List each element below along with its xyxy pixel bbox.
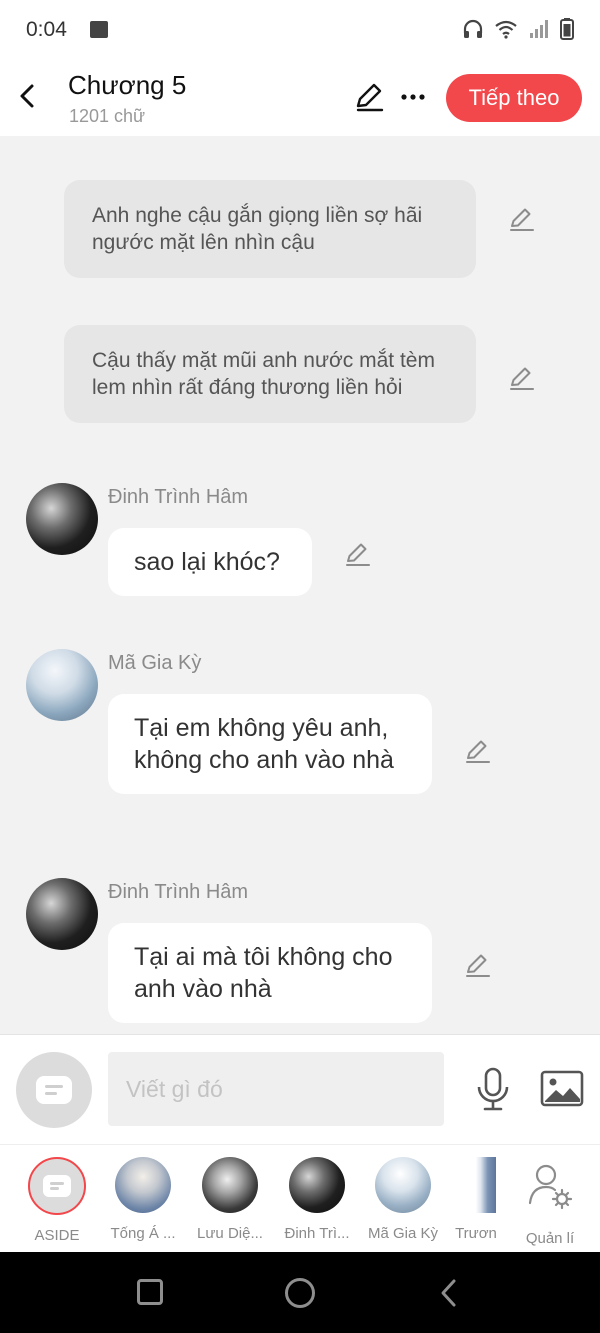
message-bubble[interactable]: sao lại khóc? xyxy=(108,528,312,596)
aside-avatar xyxy=(28,1157,86,1215)
avatar xyxy=(462,1157,496,1213)
message-bubble[interactable]: Tại em không yêu anh, không cho anh vào … xyxy=(108,694,432,794)
character-name: Mã Gia Kỳ xyxy=(367,1225,439,1242)
input-bar xyxy=(0,1034,600,1144)
gallery-icon xyxy=(90,21,108,38)
chat-area[interactable]: Anh nghe cậu gắn giọng liền sợ hãi ngước… xyxy=(0,136,600,1034)
chapter-title[interactable]: Chương 5 xyxy=(68,70,186,101)
character-item[interactable]: Lưu Diệ... xyxy=(185,1157,275,1242)
message-input[interactable] xyxy=(108,1052,444,1126)
avatar[interactable] xyxy=(26,649,98,721)
avatar[interactable] xyxy=(26,483,98,555)
avatar xyxy=(375,1157,431,1213)
chat-bubble-icon xyxy=(36,1076,72,1104)
aside-toggle-button[interactable] xyxy=(16,1052,92,1128)
system-nav-bar xyxy=(0,1252,600,1333)
edit-message-icon[interactable] xyxy=(462,950,492,980)
character-selector: ASIDE Tống Á ... Lưu Diệ... Đinh Trì... … xyxy=(0,1144,600,1252)
user-settings-icon xyxy=(528,1164,573,1210)
home-icon[interactable] xyxy=(285,1278,315,1308)
recent-apps-icon[interactable] xyxy=(137,1279,163,1305)
edit-message-icon[interactable] xyxy=(506,204,536,234)
avatar xyxy=(202,1157,258,1213)
chat-editor-screen: 0:04 Chương 5 1201 chữ Tiếp theo Anh ngh… xyxy=(0,0,600,1333)
sender-name: Đinh Trình Hâm xyxy=(108,881,249,903)
wifi-icon xyxy=(495,20,517,39)
chapter-header: Chương 5 1201 chữ Tiếp theo xyxy=(0,60,600,136)
back-nav-icon[interactable] xyxy=(436,1278,462,1308)
status-bar: 0:04 xyxy=(0,0,600,60)
character-item[interactable]: Tống Á ... xyxy=(98,1157,188,1242)
character-item[interactable]: Mã Gia Kỳ xyxy=(358,1157,448,1242)
sender-name: Đinh Trình Hâm xyxy=(108,486,249,508)
character-item[interactable]: Trươn xyxy=(438,1157,514,1242)
narration-bubble[interactable]: Anh nghe cậu gắn giọng liền sợ hãi ngước… xyxy=(64,180,476,278)
edit-message-icon[interactable] xyxy=(462,736,492,766)
word-count: 1201 chữ xyxy=(69,106,146,126)
chat-bubble-icon xyxy=(43,1175,71,1197)
character-name: Lưu Diệ... xyxy=(197,1225,263,1242)
character-item-aside[interactable]: ASIDE xyxy=(12,1157,102,1244)
battery-icon xyxy=(560,18,574,40)
message-bubble[interactable]: Tại ai mà tôi không cho anh vào nhà xyxy=(108,923,432,1023)
character-item[interactable]: Đinh Trì... xyxy=(272,1157,362,1242)
sender-name: Mã Gia Kỳ xyxy=(108,652,202,674)
next-chapter-button[interactable]: Tiếp theo xyxy=(446,74,582,122)
narration-bubble[interactable]: Cậu thấy mặt mũi anh nước mắt tèm lem nh… xyxy=(64,325,476,423)
avatar xyxy=(115,1157,171,1213)
more-options-icon[interactable] xyxy=(398,82,428,112)
back-arrow-icon[interactable] xyxy=(12,78,44,114)
character-name: Trươn xyxy=(455,1225,497,1242)
signal-icon xyxy=(530,20,548,38)
character-name: Đinh Trì... xyxy=(284,1225,350,1242)
headphones-icon xyxy=(463,19,483,38)
avatar[interactable] xyxy=(26,878,98,950)
manage-label: Quản lí xyxy=(525,1230,575,1247)
edit-message-icon[interactable] xyxy=(342,539,372,569)
image-upload-icon[interactable] xyxy=(540,1069,584,1109)
character-name: Tống Á ... xyxy=(110,1225,176,1242)
status-icons xyxy=(462,18,574,40)
manage-characters-button[interactable]: Quản lí xyxy=(514,1157,586,1247)
avatar xyxy=(289,1157,345,1213)
character-name: ASIDE xyxy=(34,1227,80,1244)
status-time: 0:04 xyxy=(26,18,67,41)
microphone-icon[interactable] xyxy=(474,1067,512,1113)
edit-pencil-icon[interactable] xyxy=(352,80,386,114)
edit-message-icon[interactable] xyxy=(506,363,536,393)
